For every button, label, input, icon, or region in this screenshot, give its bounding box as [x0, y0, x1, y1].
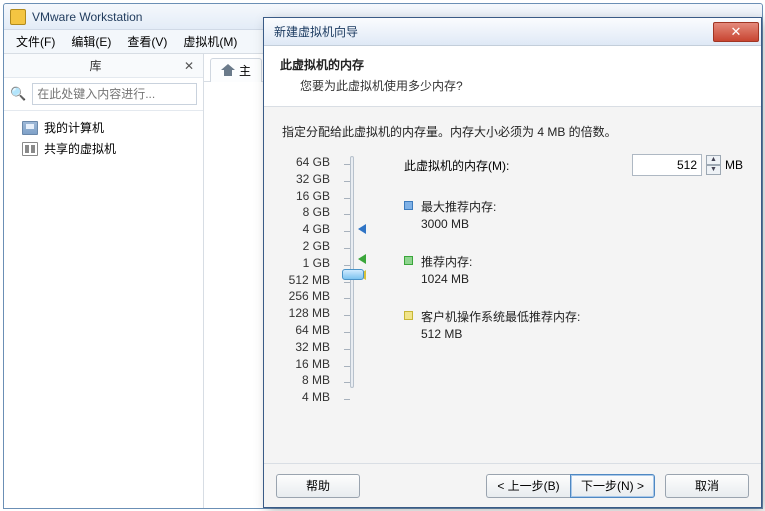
legend-min: 客户机操作系统最低推荐内存: 512 MB: [404, 308, 743, 341]
marker-max-icon: [358, 224, 366, 234]
tree-item-label: 共享的虚拟机: [44, 140, 116, 157]
slider-thumb[interactable]: [342, 269, 364, 280]
menu-vm[interactable]: 虚拟机(M): [175, 30, 245, 53]
cancel-button[interactable]: 取消: [665, 474, 749, 498]
slider-tick-label: 32 GB: [282, 171, 330, 188]
slider-tick-label: 1 GB: [282, 255, 330, 272]
wizard-footer: 帮助 < 上一步(B) 下一步(N) > 取消: [264, 463, 761, 507]
legend-max-label: 最大推荐内存:: [421, 198, 496, 215]
slider-tick-mark: [344, 198, 350, 199]
wizard-title: 新建虚拟机向导: [274, 23, 713, 40]
slider-tick-label: 16 GB: [282, 188, 330, 205]
legend-min-value: 512 MB: [421, 327, 580, 341]
slider-tick-mark: [344, 265, 350, 266]
memory-unit: MB: [725, 158, 743, 172]
library-panel: 库 ✕ 🔍 ▾ 我的计算机 共享的虚拟机: [4, 54, 204, 508]
wizard-titlebar[interactable]: 新建虚拟机向导 ✕: [264, 18, 761, 46]
memory-spinner: ▲ ▼ MB: [632, 154, 743, 176]
slider-tick-label: 128 MB: [282, 305, 330, 322]
slider-tick-label: 512 MB: [282, 272, 330, 289]
slider-tick-mark: [344, 164, 350, 165]
legend-max: 最大推荐内存: 3000 MB: [404, 198, 743, 231]
home-icon: [221, 64, 235, 76]
tab-home[interactable]: 主: [210, 58, 262, 82]
spin-down-button[interactable]: ▼: [706, 165, 721, 175]
tree-item-my-computer[interactable]: 我的计算机: [6, 117, 201, 138]
memory-slider[interactable]: 64 GB32 GB16 GB8 GB4 GB2 GB1 GB512 MB256…: [282, 154, 376, 390]
slider-tick-mark: [344, 282, 350, 283]
slider-tick-label: 64 GB: [282, 154, 330, 171]
slider-tick-label: 8 MB: [282, 372, 330, 389]
vmware-app-icon: [10, 9, 26, 25]
slider-tick-mark: [344, 366, 350, 367]
tab-home-label: 主: [239, 62, 251, 79]
memory-input[interactable]: [632, 154, 702, 176]
slider-tick-label: 32 MB: [282, 339, 330, 356]
computer-icon: [22, 121, 38, 135]
slider-tick-label: 4 GB: [282, 221, 330, 238]
slider-tick-labels: 64 GB32 GB16 GB8 GB4 GB2 GB1 GB512 MB256…: [282, 154, 330, 406]
wizard-close-button[interactable]: ✕: [713, 22, 759, 42]
slider-tick-mark: [344, 315, 350, 316]
slider-tick-mark: [344, 248, 350, 249]
slider-tick-label: 4 MB: [282, 389, 330, 406]
legend-min-swatch-icon: [404, 311, 413, 320]
next-button[interactable]: 下一步(N) >: [570, 474, 655, 498]
menu-edit[interactable]: 编辑(E): [63, 30, 119, 53]
slider-tick-label: 16 MB: [282, 356, 330, 373]
slider-tick-label: 64 MB: [282, 322, 330, 339]
wizard-header: 此虚拟机的内存 您要为此虚拟机使用多少内存?: [264, 46, 761, 107]
back-button[interactable]: < 上一步(B): [486, 474, 570, 498]
legend-rec-label: 推荐内存:: [421, 253, 472, 270]
slider-tick-mark: [344, 214, 350, 215]
slider-tick-mark: [344, 382, 350, 383]
help-button[interactable]: 帮助: [276, 474, 360, 498]
slider-tick-mark: [344, 349, 350, 350]
legend-recommended: 推荐内存: 1024 MB: [404, 253, 743, 286]
library-close-icon[interactable]: ✕: [181, 59, 197, 73]
legend-rec-swatch-icon: [404, 256, 413, 265]
tree-item-shared-vms[interactable]: 共享的虚拟机: [6, 138, 201, 159]
slider-tick-mark: [344, 298, 350, 299]
slider-tick-mark: [344, 181, 350, 182]
legend-max-swatch-icon: [404, 201, 413, 210]
library-tree: 我的计算机 共享的虚拟机: [4, 111, 203, 165]
legend-min-label: 客户机操作系统最低推荐内存:: [421, 308, 580, 325]
wizard-subheading: 您要为此虚拟机使用多少内存?: [280, 77, 745, 94]
legend-max-value: 3000 MB: [421, 217, 496, 231]
menu-view[interactable]: 查看(V): [119, 30, 175, 53]
search-icon: 🔍: [8, 86, 28, 102]
slider-tick-label: 8 GB: [282, 204, 330, 221]
menu-file[interactable]: 文件(F): [8, 30, 63, 53]
wizard-instruction: 指定分配给此虚拟机的内存量。内存大小必须为 4 MB 的倍数。: [282, 123, 743, 140]
shared-icon: [22, 142, 38, 156]
slider-tick-label: 2 GB: [282, 238, 330, 255]
library-search: 🔍 ▾: [4, 78, 203, 111]
library-title: 库: [10, 57, 181, 74]
tree-item-label: 我的计算机: [44, 119, 104, 136]
memory-label: 此虚拟机的内存(M):: [404, 157, 632, 174]
slider-tick-label: 256 MB: [282, 288, 330, 305]
new-vm-wizard-dialog: 新建虚拟机向导 ✕ 此虚拟机的内存 您要为此虚拟机使用多少内存? 指定分配给此虚…: [263, 17, 762, 508]
wizard-heading: 此虚拟机的内存: [280, 56, 745, 73]
slider-tick-mark: [344, 332, 350, 333]
marker-recommended-icon: [358, 254, 366, 264]
spin-up-button[interactable]: ▲: [706, 155, 721, 165]
legend-rec-value: 1024 MB: [421, 272, 472, 286]
slider-tick-mark: [344, 399, 350, 400]
slider-tick-mark: [344, 231, 350, 232]
search-input[interactable]: [32, 83, 197, 105]
